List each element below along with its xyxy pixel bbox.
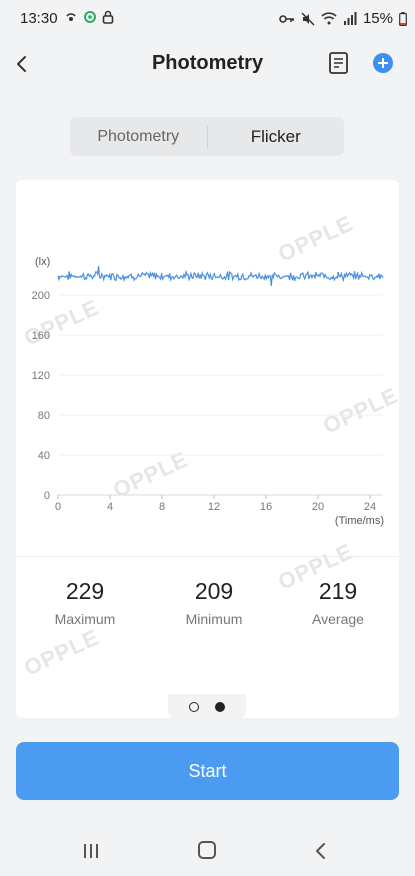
y-axis-label: (lx) xyxy=(35,256,50,268)
y-tick-label: 160 xyxy=(32,330,50,342)
status-icons-right: 15% xyxy=(279,10,407,27)
card-divider xyxy=(16,556,399,557)
x-tick-label: 20 xyxy=(312,501,324,513)
recents-icon[interactable] xyxy=(82,842,100,860)
x-tick-label: 0 xyxy=(55,501,61,513)
y-tick-label: 80 xyxy=(38,410,50,422)
status-icons-left xyxy=(64,10,114,24)
key-icon xyxy=(279,14,294,23)
flicker-chart: 0 40 80 120 160 200 0 4 8 12 16 20 24 (lx) (Time/ms) xyxy=(32,256,384,527)
mode-tabs: Photometry Flicker xyxy=(70,117,344,156)
y-tick-label: 120 xyxy=(32,370,50,382)
status-bar: 13:30 15% xyxy=(0,0,415,38)
page-indicator-dot[interactable] xyxy=(189,702,199,712)
nav-back-icon[interactable] xyxy=(314,842,328,860)
stat-minimum: 209 Minimum xyxy=(159,578,269,627)
home-icon[interactable] xyxy=(198,841,216,859)
x-tick-label: 12 xyxy=(208,501,220,513)
add-button[interactable] xyxy=(371,51,395,75)
x-axis-label: (Time/ms) xyxy=(335,515,384,527)
stat-value: 229 xyxy=(65,578,105,604)
signal-icon xyxy=(343,12,357,25)
stat-label: Maximum xyxy=(54,611,116,627)
stat-maximum: 229 Maximum xyxy=(30,578,140,627)
stat-label: Minimum xyxy=(185,611,243,627)
y-tick-label: 40 xyxy=(38,450,50,462)
y-tick-label: 200 xyxy=(32,290,50,302)
stat-value: 209 xyxy=(194,578,234,604)
report-button[interactable] xyxy=(326,50,352,76)
check-circle-icon xyxy=(84,11,96,23)
battery-icon xyxy=(399,11,407,26)
mute-icon xyxy=(301,11,315,26)
hotspot-icon xyxy=(66,13,76,21)
x-tick-label: 8 xyxy=(159,501,165,513)
page-indicator-dot-active[interactable] xyxy=(215,702,225,712)
status-time: 13:30 xyxy=(20,10,58,27)
x-tick-label: 24 xyxy=(364,501,376,513)
pager xyxy=(168,694,246,720)
tab-photometry[interactable]: Photometry xyxy=(70,117,207,156)
series-line xyxy=(57,265,384,287)
flicker-card: OPPLE OPPLE OPPLE OPPLE OPPLE OPPLE 0 40 8… xyxy=(16,180,399,718)
x-tick-label: 16 xyxy=(260,501,272,513)
watermark: OPPLE xyxy=(20,624,103,681)
y-tick-label: 0 xyxy=(44,490,50,502)
document-icon xyxy=(329,52,348,74)
plus-circle-icon xyxy=(373,53,393,73)
stat-value: 219 xyxy=(318,578,358,604)
page-title: Photometry xyxy=(151,52,264,74)
tab-flicker[interactable]: Flicker xyxy=(208,117,345,156)
lock-icon xyxy=(102,10,114,24)
x-tick-label: 4 xyxy=(107,501,113,513)
stat-average: 219 Average xyxy=(283,578,393,627)
battery-percent: 15% xyxy=(362,10,393,27)
wifi-icon xyxy=(321,12,337,25)
stat-label: Average xyxy=(312,611,364,627)
start-button[interactable]: Start xyxy=(16,742,399,800)
